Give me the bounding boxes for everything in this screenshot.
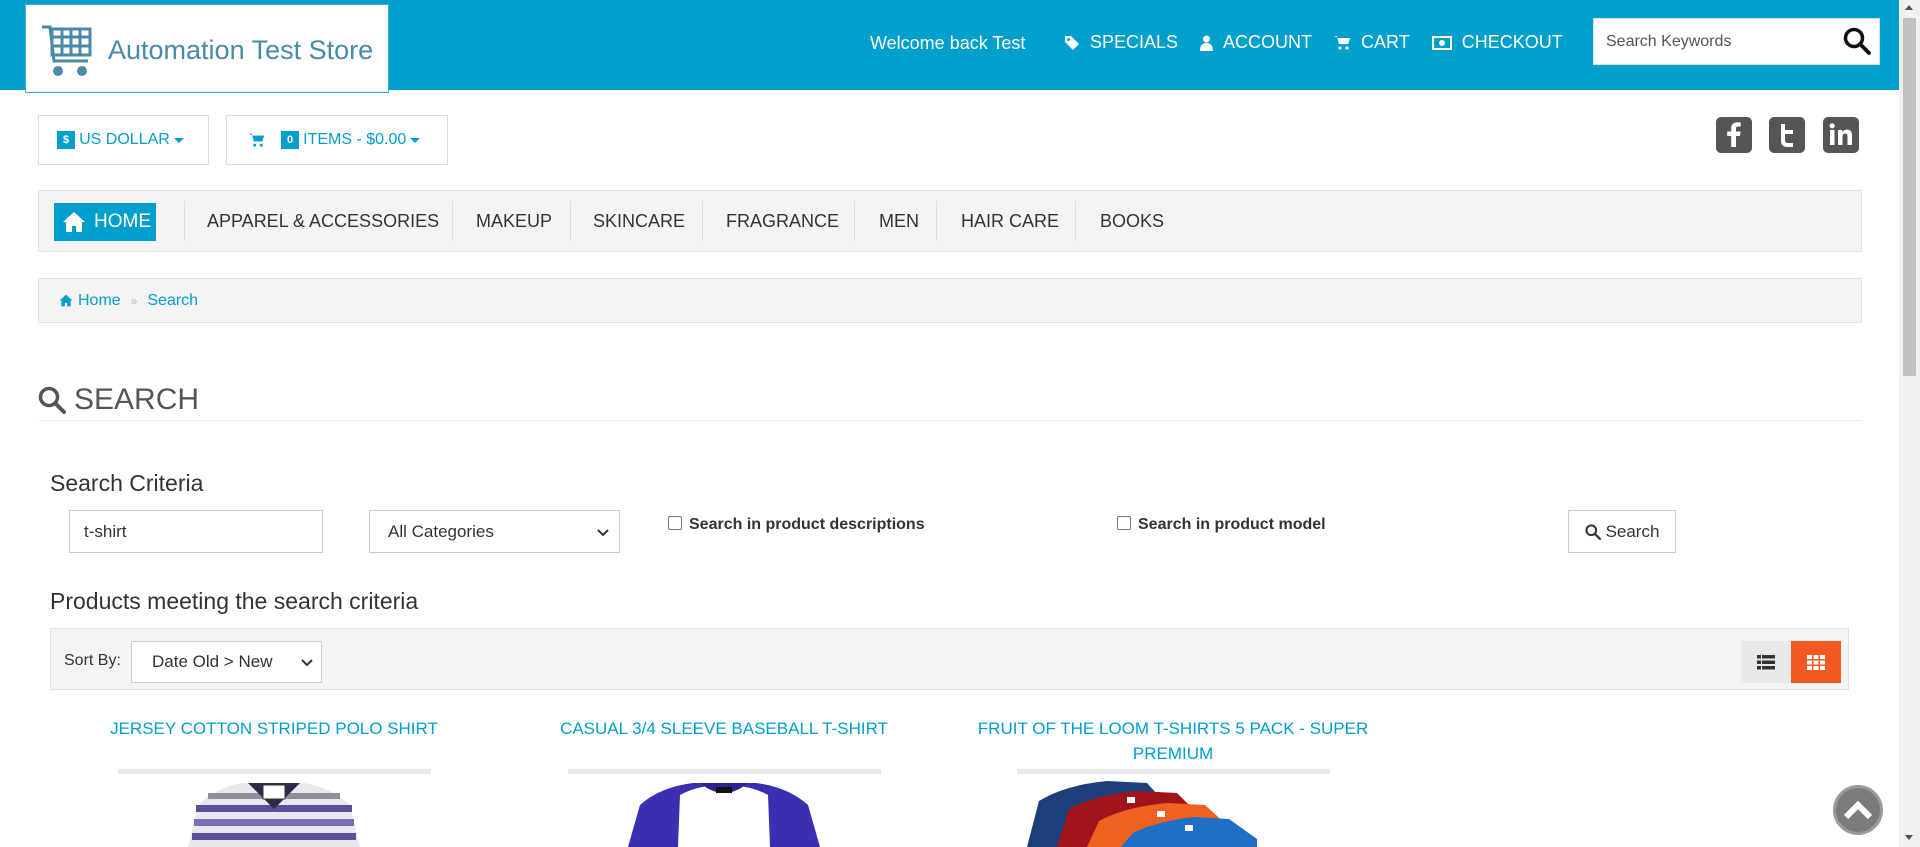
search-icon — [38, 386, 66, 414]
nav-skincare[interactable]: SKINCARE — [593, 191, 685, 251]
category-select[interactable]: All Categories — [369, 510, 620, 553]
sort-select[interactable]: Date Old > New — [131, 641, 322, 683]
nav-divider — [702, 201, 703, 241]
product-divider — [568, 769, 881, 774]
sort-bar: Sort By: Date Old > New — [50, 628, 1849, 690]
nav-home-label: HOME — [94, 211, 151, 232]
facebook-icon[interactable] — [1716, 117, 1752, 153]
home-icon — [63, 212, 85, 232]
nav-fragrance[interactable]: FRAGRANCE — [726, 191, 839, 251]
nav-apparel[interactable]: APPAREL & ACCESSORIES — [207, 191, 439, 251]
chevron-down-icon — [301, 659, 313, 667]
breadcrumb: Home » Search — [38, 278, 1862, 323]
top-header: Automation Test Store Welcome back Test … — [0, 0, 1899, 93]
currency-symbol: $ — [57, 131, 76, 149]
search-button-label: Search — [1605, 521, 1660, 541]
cart-icon — [1334, 36, 1351, 50]
product-divider — [118, 769, 431, 774]
search-model-label: Search in product model — [1138, 516, 1326, 533]
header-search-input[interactable] — [1594, 19, 1824, 64]
cart-dropdown[interactable]: 0 ITEMS - $0.00 — [226, 115, 448, 165]
grid-icon — [1807, 654, 1825, 670]
nav-divider — [1075, 201, 1076, 241]
welcome-message[interactable]: Welcome back Test — [870, 33, 1025, 54]
product-title[interactable]: CASUAL 3/4 SLEEVE BASEBALL T-SHIRT — [509, 716, 939, 741]
top-nav: Specials Account Cart Checkout — [1064, 32, 1585, 53]
back-to-top-button[interactable] — [1833, 785, 1883, 835]
cart-count-badge: 0 — [281, 131, 300, 149]
nav-divider — [936, 201, 937, 241]
nav-books[interactable]: BOOKS — [1100, 191, 1164, 251]
divider — [38, 420, 1862, 421]
search-descriptions-checkbox[interactable]: Search in product descriptions — [668, 516, 925, 534]
home-icon — [59, 294, 73, 307]
nav-hair-care[interactable]: HAIR CARE — [961, 191, 1059, 251]
chevron-up-icon — [1843, 800, 1873, 820]
nav-checkout[interactable]: Checkout — [1431, 32, 1563, 53]
caret-down-icon — [410, 137, 421, 143]
twitter-icon[interactable] — [1769, 117, 1805, 153]
sort-label: Sort By: — [64, 652, 121, 669]
product-title[interactable]: FRUIT OF THE LOOM T-SHIRTS 5 PACK - SUPE… — [958, 716, 1388, 766]
page-title: SEARCH — [38, 383, 199, 417]
nav-divider — [452, 201, 453, 241]
cart-logo-icon — [42, 25, 92, 76]
results-title: Products meeting the search criteria — [50, 588, 419, 614]
currency-dropdown[interactable]: $ US DOLLAR — [38, 115, 209, 165]
search-button[interactable]: Search — [1568, 510, 1676, 553]
list-view-button[interactable] — [1741, 641, 1791, 683]
search-descriptions-label: Search in product descriptions — [689, 516, 925, 533]
product-image-polo-shirt[interactable] — [118, 775, 431, 847]
sort-select-value: Date Old > New — [152, 652, 273, 671]
caret-down-icon — [173, 137, 184, 143]
search-model-checkbox[interactable]: Search in product model — [1117, 516, 1326, 534]
nav-men[interactable]: MEN — [879, 191, 919, 251]
nav-home-button[interactable]: HOME — [54, 203, 156, 241]
linkedin-icon[interactable] — [1823, 117, 1859, 153]
product-title[interactable]: JERSEY COTTON STRIPED POLO SHIRT — [59, 716, 489, 741]
scroll-down-icon[interactable] — [1905, 835, 1913, 840]
store-name: Automation Test Store — [108, 35, 374, 65]
page-title-text: SEARCH — [74, 383, 200, 416]
checkbox[interactable] — [1117, 516, 1131, 530]
nav-specials[interactable]: Specials — [1064, 32, 1178, 53]
category-select-value: All Categories — [388, 521, 494, 541]
list-icon — [1757, 654, 1775, 669]
money-icon — [1431, 35, 1452, 50]
nav-specials-label: Specials — [1090, 32, 1179, 52]
breadcrumb-separator-icon: » — [130, 293, 138, 308]
header-search — [1593, 18, 1880, 65]
currency-label: US DOLLAR — [79, 131, 170, 148]
nav-cart[interactable]: Cart — [1334, 32, 1410, 53]
nav-cart-label: Cart — [1361, 32, 1410, 52]
page-scrollbar[interactable] — [1899, 0, 1920, 847]
chevron-down-icon — [597, 529, 609, 537]
product-divider — [1017, 769, 1330, 774]
user-icon — [1200, 35, 1214, 51]
breadcrumb-home[interactable]: Home — [78, 292, 121, 310]
keyword-input[interactable] — [69, 510, 323, 553]
nav-account-label: Account — [1223, 32, 1313, 52]
nav-divider — [570, 201, 571, 241]
nav-divider — [854, 201, 855, 241]
cart-total-label: ITEMS - $0.00 — [303, 131, 407, 148]
grid-view-button[interactable] — [1791, 641, 1841, 683]
cart-icon — [249, 133, 264, 147]
search-criteria-title: Search Criteria — [50, 470, 204, 496]
nav-makeup[interactable]: MAKEUP — [476, 191, 552, 251]
nav-checkout-label: Checkout — [1461, 32, 1563, 52]
tag-icon — [1065, 35, 1079, 50]
checkbox[interactable] — [668, 516, 682, 530]
scroll-thumb[interactable] — [1903, 18, 1916, 376]
store-logo[interactable]: Automation Test Store — [25, 4, 389, 93]
category-nav: HOME APPAREL & ACCESSORIES MAKEUP SKINCA… — [38, 190, 1862, 252]
product-image-tshirt-pack[interactable] — [1017, 775, 1330, 847]
search-icon — [1584, 523, 1601, 540]
search-icon[interactable] — [1843, 27, 1871, 55]
product-image-baseball-tshirt[interactable] — [568, 775, 881, 847]
breadcrumb-current[interactable]: Search — [147, 292, 198, 310]
nav-account[interactable]: Account — [1200, 32, 1312, 53]
scroll-up-icon[interactable] — [1905, 5, 1913, 10]
nav-divider — [184, 201, 185, 241]
